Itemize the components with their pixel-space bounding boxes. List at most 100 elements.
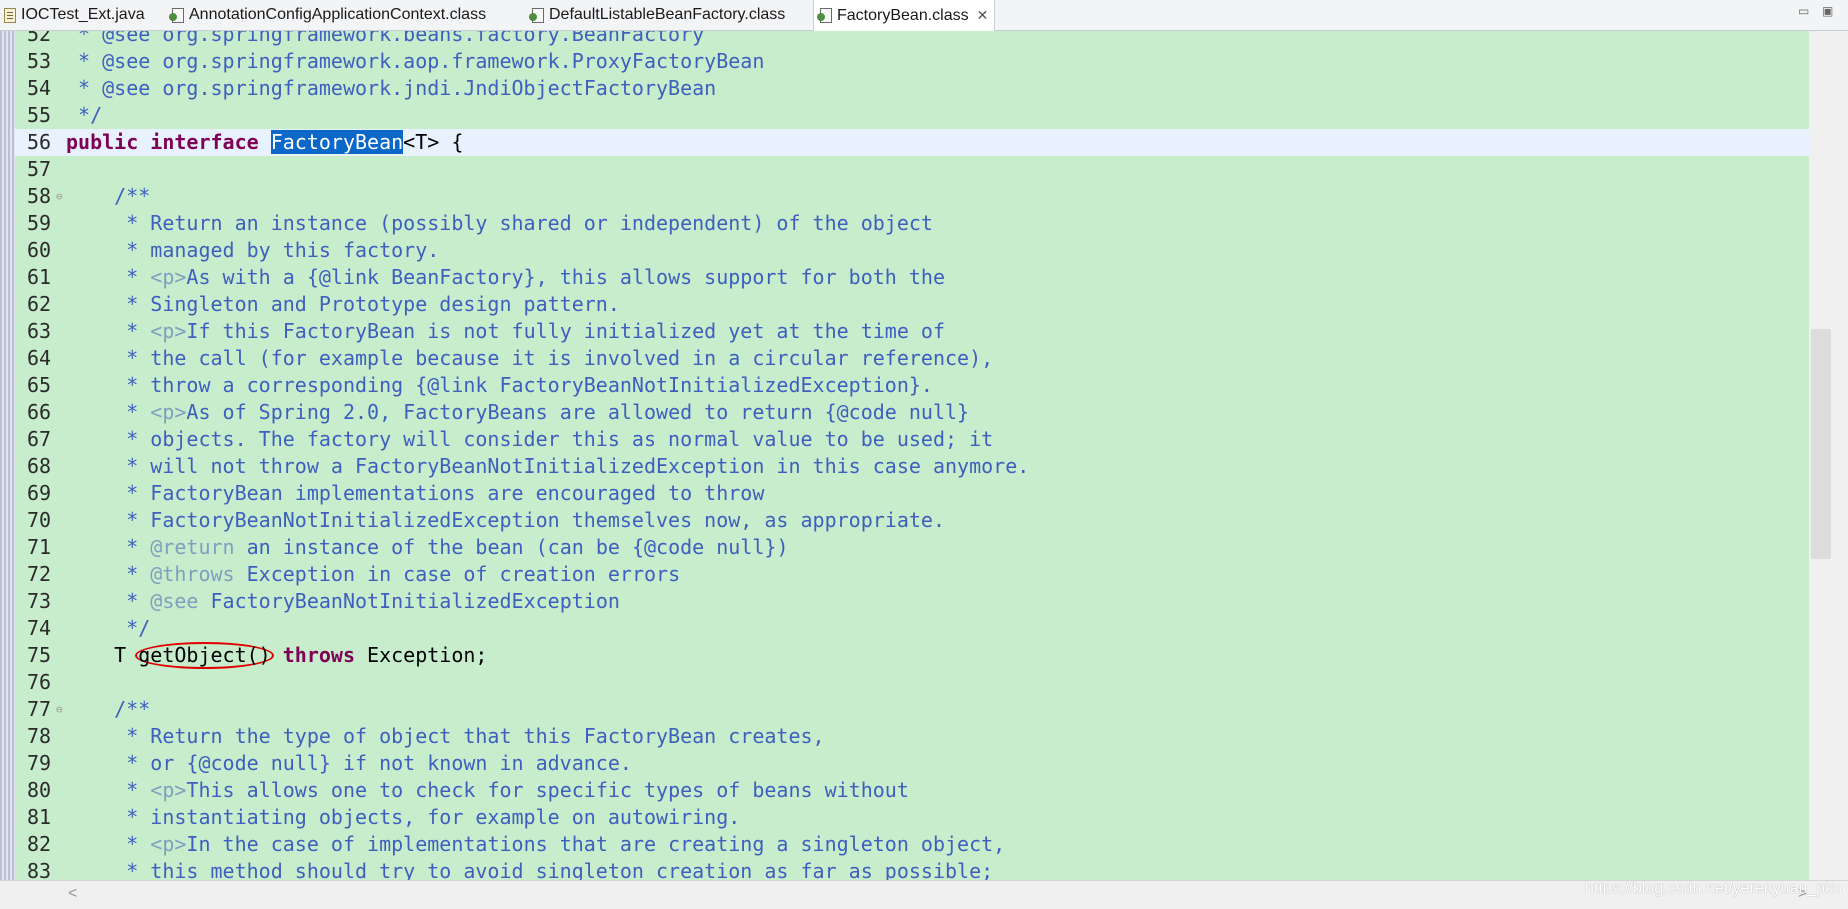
code-line[interactable]: 62 * Singleton and Prototype design patt… <box>15 291 1809 318</box>
code-line[interactable]: 64 * the call (for example because it is… <box>15 345 1809 372</box>
code-line[interactable]: 63 * <p>If this FactoryBean is not fully… <box>15 318 1809 345</box>
comment-text: FactoryBeanNotInitializedException <box>198 589 620 613</box>
code-line[interactable]: 61 * <p>As with a {@link BeanFactory}, t… <box>15 264 1809 291</box>
tab-default-listable-bean-factory[interactable]: DefaultListableBeanFactory.class <box>529 0 785 30</box>
close-icon[interactable]: ✕ <box>977 7 989 24</box>
code-text: */ <box>66 102 102 129</box>
line-number: 79 <box>27 751 52 775</box>
code-line[interactable]: 74 */ <box>15 615 1809 642</box>
maximize-icon[interactable]: ▣ <box>1822 4 1833 18</box>
tab-factory-bean[interactable]: FactoryBean.class ✕ <box>813 0 996 31</box>
code-line[interactable]: 80 * <p>This allows one to check for spe… <box>15 777 1809 804</box>
tab-ioctest-ext[interactable]: IOCTest_Ext.java <box>4 0 145 30</box>
code-line[interactable]: 59 * Return an instance (possibly shared… <box>15 210 1809 237</box>
code-text: * this method should try to avoid single… <box>66 858 993 880</box>
tab-annotation-config-application-context[interactable]: AnnotationConfigApplicationContext.class <box>169 0 486 30</box>
code-text: /** <box>66 183 150 210</box>
code-text: * Return an instance (possibly shared or… <box>66 210 933 237</box>
code-line[interactable]: 66 * <p>As of Spring 2.0, FactoryBeans a… <box>15 399 1809 426</box>
code-text: * @return an instance of the bean (can b… <box>66 534 788 561</box>
code-line[interactable]: 65 * throw a corresponding {@link Factor… <box>15 372 1809 399</box>
code-line[interactable]: 71 * @return an instance of the bean (ca… <box>15 534 1809 561</box>
line-number: 68 <box>27 454 52 478</box>
line-number: 78 <box>27 724 52 748</box>
code-text: * managed by this factory. <box>66 237 439 264</box>
minimize-icon[interactable]: ▭ <box>1798 4 1809 18</box>
vertical-scroll-thumb[interactable] <box>1811 329 1831 559</box>
comment-text: * managed by this factory. <box>66 238 440 262</box>
code-text: T getObject() throws Exception; <box>66 642 487 669</box>
code-line[interactable]: 81 * instantiating objects, for example … <box>15 804 1809 831</box>
code-text: * @see org.springframework.beans.factory… <box>66 31 704 48</box>
code-line[interactable]: 60 * managed by this factory. <box>15 237 1809 264</box>
comment-text: /** <box>66 697 151 721</box>
code-line[interactable]: 57 <box>15 156 1809 183</box>
keyword-text: throws <box>270 643 355 667</box>
circled-method-name: getObject() <box>135 642 274 669</box>
comment-text: * <box>66 265 151 289</box>
code-line[interactable]: 70 * FactoryBeanNotInitializedException … <box>15 507 1809 534</box>
code-line[interactable]: 79 * or {@code null} if not known in adv… <box>15 750 1809 777</box>
code-text: public interface FactoryBean<T> { <box>66 129 463 156</box>
comment-text: * <box>66 832 151 856</box>
code-line[interactable]: 52 * @see org.springframework.beans.fact… <box>15 31 1809 48</box>
code-line[interactable]: 56 public interface FactoryBean<T> { <box>15 129 1809 156</box>
comment-text: /** <box>66 184 151 208</box>
code-text: */ <box>66 615 150 642</box>
code-line[interactable]: 53 * @see org.springframework.aop.framew… <box>15 48 1809 75</box>
editor-tab-bar: IOCTest_Ext.java AnnotationConfigApplica… <box>0 0 1848 31</box>
line-number: 71 <box>27 535 52 559</box>
comment-text: * FactoryBean implementations are encour… <box>66 481 765 505</box>
line-number: 63 <box>27 319 52 343</box>
line-number: 52 <box>27 31 52 46</box>
code-text: * @see org.springframework.aop.framework… <box>66 48 764 75</box>
scroll-left-arrow-icon[interactable]: < <box>68 885 77 903</box>
line-number: 81 <box>27 805 52 829</box>
comment-text: */ <box>66 103 103 127</box>
comment-text: * instantiating objects, for example on … <box>66 805 741 829</box>
comment-text: In the case of implementations that are … <box>186 832 1006 856</box>
code-editor[interactable]: 52 * @see org.springframework.beans.fact… <box>15 31 1809 880</box>
code-line[interactable]: 78 * Return the type of object that this… <box>15 723 1809 750</box>
code-line[interactable]: 67 * objects. The factory will consider … <box>15 426 1809 453</box>
code-line[interactable]: 75 T getObject() throws Exception; <box>15 642 1809 669</box>
line-number: 54 <box>27 76 52 100</box>
code-line[interactable]: 72 * @throws Exception in case of creati… <box>15 561 1809 588</box>
line-number: 62 <box>27 292 52 316</box>
code-line[interactable]: 69 * FactoryBean implementations are enc… <box>15 480 1809 507</box>
code-line[interactable]: 55 */ <box>15 102 1809 129</box>
comment-text: If this FactoryBean is not fully initial… <box>186 319 946 343</box>
line-number: 73 <box>27 589 52 613</box>
line-number: 69 <box>27 481 52 505</box>
line-number: 76 <box>27 670 52 694</box>
code-line[interactable]: 83 * this method should try to avoid sin… <box>15 858 1809 880</box>
code-fragment: <T> { <box>403 130 464 154</box>
comment-text: As of Spring 2.0, FactoryBeans are allow… <box>186 400 970 424</box>
comment-text: * <box>66 319 151 343</box>
javadoc-tag: <p> <box>150 319 187 343</box>
code-line[interactable]: 82 * <p>In the case of implementations t… <box>15 831 1809 858</box>
comment-text: an instance of the bean (can be {@code n… <box>234 535 789 559</box>
comment-text: * or {@code null} if not known in advanc… <box>66 751 632 775</box>
code-line[interactable]: 73 * @see FactoryBeanNotInitializedExcep… <box>15 588 1809 615</box>
line-number: 64 <box>27 346 52 370</box>
code-line[interactable]: 76 <box>15 669 1809 696</box>
code-line[interactable]: 68 * will not throw a FactoryBeanNotInit… <box>15 453 1809 480</box>
code-line[interactable]: 77 ⊖ /** <box>15 696 1809 723</box>
line-number: 61 <box>27 265 52 289</box>
code-text: * FactoryBeanNotInitializedException the… <box>66 507 945 534</box>
code-line[interactable]: 58 ⊖ /** <box>15 183 1809 210</box>
fold-toggle-icon[interactable]: ⊖ <box>56 696 63 723</box>
java-file-icon <box>4 7 16 23</box>
javadoc-tag: <p> <box>150 265 187 289</box>
keyword-text: public interface <box>66 130 271 154</box>
code-text: * FactoryBean implementations are encour… <box>66 480 764 507</box>
line-number: 55 <box>27 103 52 127</box>
fold-toggle-icon[interactable]: ⊖ <box>56 183 63 210</box>
editor-left-ruler <box>0 31 15 880</box>
code-text: * <p>In the case of implementations that… <box>66 831 1005 858</box>
horizontal-scrollbar[interactable]: < > <box>0 880 1848 909</box>
comment-text: * objects. The factory will consider thi… <box>66 427 994 451</box>
comment-text: * <box>66 589 151 613</box>
code-line[interactable]: 54 * @see org.springframework.jndi.JndiO… <box>15 75 1809 102</box>
